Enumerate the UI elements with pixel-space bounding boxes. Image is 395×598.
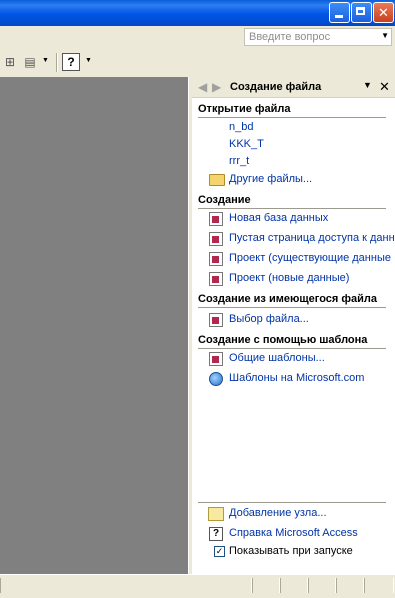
section-title-open: Открытие файла bbox=[198, 103, 291, 115]
choose-file-link[interactable]: Выбор файла... bbox=[229, 313, 309, 325]
data-access-page-icon bbox=[209, 232, 223, 246]
microsoft-templates-link[interactable]: Шаблоны на Microsoft.com bbox=[229, 372, 364, 384]
chevron-down-icon[interactable]: ▼ bbox=[363, 80, 372, 90]
status-segment bbox=[280, 578, 308, 593]
help-button[interactable]: ? bbox=[62, 53, 80, 71]
general-templates-link[interactable]: Общие шаблоны... bbox=[229, 352, 325, 364]
close-icon[interactable]: ✕ bbox=[379, 79, 390, 95]
section-divider bbox=[198, 307, 386, 308]
work-area bbox=[0, 77, 188, 574]
section-title-create: Создание bbox=[198, 194, 251, 206]
footer-divider bbox=[198, 502, 386, 503]
new-object-icon[interactable]: ▤ bbox=[22, 54, 38, 70]
close-button[interactable]: ✕ bbox=[373, 2, 394, 23]
task-pane: ◀ ▶ Создание файла ▼ ✕ Открытие файла n_… bbox=[192, 77, 395, 574]
folder-open-icon bbox=[209, 174, 225, 188]
back-arrow-icon[interactable]: ◀ bbox=[198, 80, 207, 94]
chevron-down-icon[interactable]: ▼ bbox=[381, 30, 389, 42]
title-bar: ✕ bbox=[0, 0, 395, 26]
new-database-icon bbox=[209, 212, 223, 226]
status-segment bbox=[252, 578, 280, 593]
section-divider bbox=[198, 348, 386, 349]
recent-file-link[interactable]: rrr_t bbox=[229, 155, 249, 167]
relationships-icon[interactable]: ⊞ bbox=[2, 54, 18, 70]
section-divider bbox=[198, 208, 386, 209]
status-bar bbox=[0, 574, 395, 598]
help-search-input[interactable]: Введите вопрос ▼ bbox=[244, 28, 392, 46]
project-new-icon bbox=[209, 272, 223, 286]
section-title-from-existing: Создание из имеющегося файла bbox=[198, 293, 377, 305]
toolbar-separator bbox=[56, 53, 58, 72]
task-pane-title: Создание файла bbox=[230, 81, 322, 93]
section-title-templates: Создание с помощью шаблона bbox=[198, 334, 368, 346]
status-segment bbox=[0, 578, 252, 593]
project-existing-icon bbox=[209, 252, 223, 266]
project-new-data-link[interactable]: Проект (новые данные) bbox=[229, 272, 349, 284]
recent-file-link[interactable]: n_bd bbox=[229, 121, 253, 133]
globe-icon bbox=[209, 372, 223, 386]
chevron-down-icon[interactable]: ▼ bbox=[85, 57, 92, 64]
show-on-startup-label: Показывать при запуске bbox=[229, 545, 353, 557]
status-segment bbox=[364, 578, 394, 593]
general-templates-icon bbox=[209, 352, 223, 366]
project-existing-data-link[interactable]: Проект (существующие данные bbox=[229, 252, 391, 264]
new-database-link[interactable]: Новая база данных bbox=[229, 212, 328, 224]
chevron-down-icon[interactable]: ▼ bbox=[42, 57, 49, 64]
add-node-link[interactable]: Добавление узла... bbox=[229, 507, 327, 519]
show-on-startup-checkbox[interactable]: ✓ bbox=[214, 546, 225, 557]
maximize-button[interactable] bbox=[351, 2, 372, 23]
more-files-link[interactable]: Другие файлы... bbox=[229, 173, 312, 185]
section-divider bbox=[198, 117, 386, 118]
task-pane-header: ◀ ▶ Создание файла ▼ ✕ bbox=[192, 77, 395, 98]
blank-data-access-page-link[interactable]: Пустая страница доступа к данн bbox=[229, 232, 395, 244]
choose-file-icon bbox=[209, 313, 223, 327]
help-search-placeholder: Введите вопрос bbox=[249, 31, 331, 43]
access-help-link[interactable]: Справка Microsoft Access bbox=[229, 527, 358, 539]
recent-file-link[interactable]: KKK_T bbox=[229, 138, 264, 150]
status-segment bbox=[336, 578, 364, 593]
minimize-button[interactable] bbox=[329, 2, 350, 23]
help-icon: ? bbox=[209, 527, 223, 541]
status-segment bbox=[308, 578, 336, 593]
add-node-icon bbox=[208, 507, 224, 521]
toolbar: ⊞ ▤ ▼ ▼ bbox=[0, 48, 395, 78]
forward-arrow-icon[interactable]: ▶ bbox=[212, 80, 221, 94]
